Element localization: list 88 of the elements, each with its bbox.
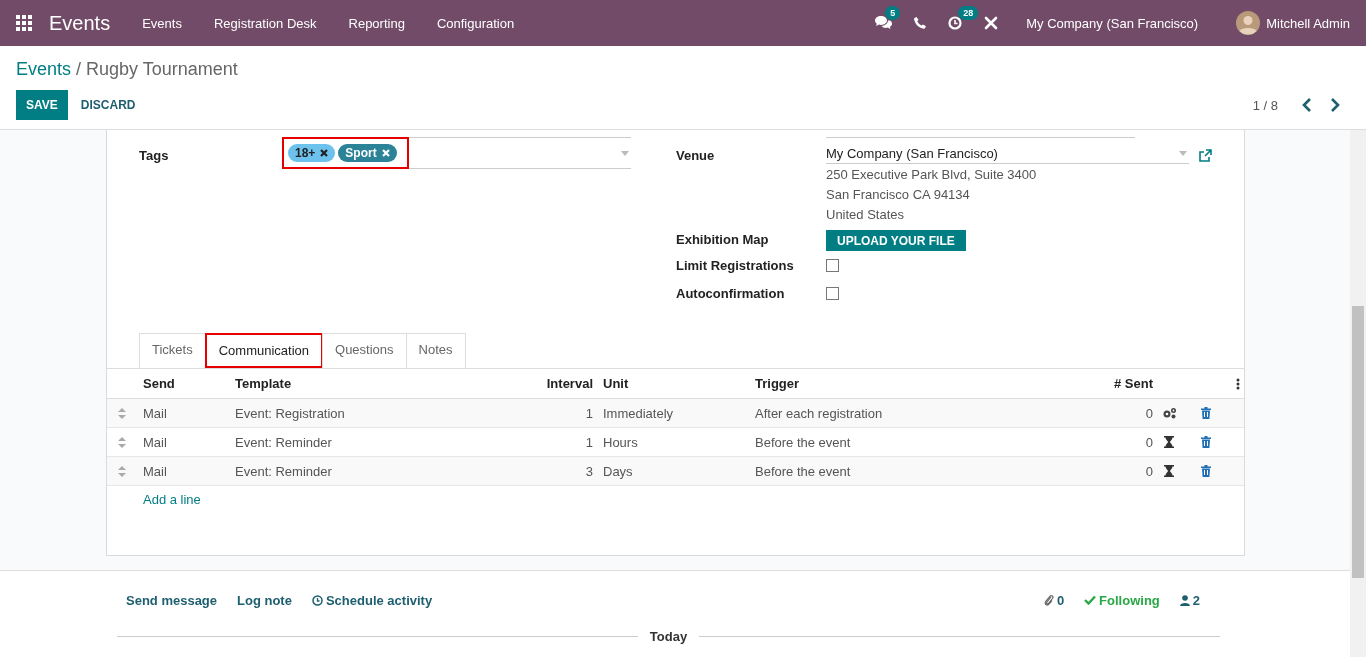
chevron-left-icon[interactable] — [1302, 98, 1312, 112]
table-cell-text: 0 — [1144, 405, 1154, 421]
menu-item[interactable]: Events — [126, 15, 198, 31]
table-cell-text: 1 — [584, 405, 594, 421]
activity-count-badge: 28 — [958, 6, 979, 20]
date-divider: Today — [649, 629, 688, 644]
chevron-right-icon[interactable] — [1330, 98, 1340, 112]
field-label: Venue — [676, 147, 716, 163]
field-label: Tags — [139, 147, 170, 163]
paperclip-icon — [1043, 594, 1054, 606]
external-link-icon[interactable] — [1199, 148, 1212, 162]
breadcrumb-link[interactable]: Events — [16, 58, 72, 80]
table-cell-text: Event: Reminder — [234, 434, 333, 450]
tab[interactable]: Questions — [322, 333, 407, 368]
save-button[interactable]: SAVE — [16, 90, 68, 120]
discard-button[interactable]: DISCARD — [67, 90, 149, 120]
menu-item[interactable]: Reporting — [332, 15, 421, 31]
tab[interactable]: Communication — [204, 333, 324, 368]
table-cell-text: Hours — [602, 434, 639, 450]
column-header[interactable]: Send — [137, 376, 229, 391]
message-count-badge: 5 — [885, 6, 901, 20]
tag-chip[interactable]: 18+ — [288, 144, 336, 162]
followers-button[interactable]: 2 — [1179, 592, 1200, 608]
user-menu[interactable]: Mitchell Admin — [1266, 15, 1350, 31]
chat-icon[interactable] — [875, 16, 893, 30]
tags-field[interactable]: 18+ Sport — [284, 138, 631, 169]
trash-icon[interactable] — [1201, 436, 1211, 448]
more-options-icon[interactable] — [1235, 377, 1240, 390]
table-cell-text: 1 — [584, 434, 594, 450]
schedule-activity-button[interactable]: Schedule activity — [311, 592, 433, 608]
log-note-button[interactable]: Log note — [237, 592, 292, 608]
upload-file-button[interactable]: UPLOAD YOUR FILE — [826, 230, 966, 251]
column-header[interactable]: Interval — [453, 376, 597, 391]
tab[interactable]: Notes — [405, 333, 466, 368]
tag-chip[interactable]: Sport — [338, 144, 397, 162]
table-cell-text: After each registration — [754, 405, 884, 421]
add-line-link[interactable]: Add a line — [107, 486, 201, 507]
person-icon — [1179, 594, 1190, 606]
hourglass-icon — [1164, 436, 1174, 448]
apps-menu-icon[interactable] — [16, 15, 32, 31]
user-avatar-icon[interactable] — [1236, 11, 1261, 35]
drag-handle-icon[interactable] — [118, 407, 126, 419]
field-label: Exhibition Map — [676, 231, 770, 247]
table-cell-text: Before the event — [754, 434, 852, 450]
table-cell-text: Event: Reminder — [234, 463, 333, 479]
drag-handle-icon[interactable] — [118, 436, 126, 448]
gears-icon — [1161, 407, 1177, 419]
send-message-button[interactable]: Send message — [126, 592, 218, 608]
table-cell-text: Before the event — [754, 463, 852, 479]
column-header[interactable]: Unit — [597, 376, 749, 391]
scrollbar[interactable] — [1350, 130, 1366, 657]
menu-item[interactable]: Configuration — [420, 15, 531, 31]
table-cell-text: Mail — [142, 434, 168, 450]
checkbox[interactable] — [826, 259, 839, 272]
breadcrumb-current: Rugby Tournament — [86, 58, 238, 80]
menu-item[interactable]: Registration Desk — [197, 15, 333, 31]
table-cell-text: Mail — [142, 405, 168, 421]
checkbox[interactable] — [826, 287, 839, 300]
field-label: Limit Registrations — [676, 257, 795, 273]
table-cell-text: Mail — [142, 463, 168, 479]
column-header[interactable]: # Sent — [1013, 376, 1157, 391]
hourglass-icon — [1164, 465, 1174, 477]
table-cell-text: 3 — [584, 463, 594, 479]
venue-field[interactable]: My Company (San Francisco) — [826, 146, 1189, 164]
table-cell-text: Event: Registration — [234, 405, 346, 421]
table-cell-text: Immediately — [602, 405, 675, 421]
address-line: San Francisco CA 94134 — [826, 186, 971, 204]
table-cell-text: Days — [602, 463, 634, 479]
column-header[interactable]: Template — [229, 376, 453, 391]
trash-icon[interactable] — [1201, 407, 1211, 419]
attachments-button[interactable]: 0 — [1043, 592, 1065, 608]
address-line: United States — [826, 206, 906, 224]
column-header[interactable]: Trigger — [749, 376, 1013, 391]
breadcrumb-separator: / — [76, 58, 82, 80]
table-cell-text: 0 — [1144, 463, 1154, 479]
drag-handle-icon[interactable] — [118, 465, 126, 477]
clock-icon — [311, 594, 323, 606]
field-label: Autoconfirmation — [676, 285, 786, 301]
pager-counter: 1 / 8 — [1252, 97, 1278, 113]
trash-icon[interactable] — [1201, 465, 1211, 477]
address-line: 250 Executive Park Blvd, Suite 3400 — [826, 166, 1038, 184]
remove-icon[interactable] — [320, 149, 329, 157]
clock-icon[interactable] — [948, 16, 963, 30]
app-name[interactable]: Events — [49, 11, 111, 35]
phone-icon[interactable] — [914, 17, 927, 29]
checkmark-icon — [1084, 595, 1097, 605]
company-switcher[interactable]: My Company (San Francisco) — [1026, 15, 1199, 31]
table-cell-text: 0 — [1144, 434, 1154, 450]
